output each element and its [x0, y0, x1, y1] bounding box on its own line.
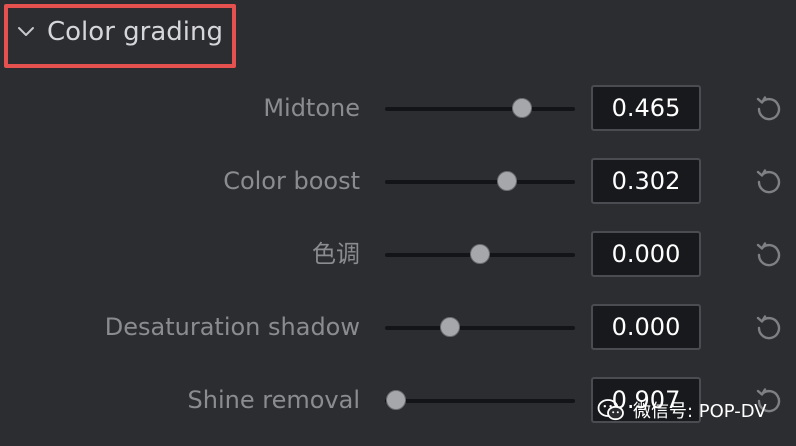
slider-thumb[interactable] [496, 171, 517, 191]
reset-icon[interactable] [753, 311, 785, 343]
reset-icon[interactable] [753, 92, 785, 124]
color-boost-slider[interactable] [385, 171, 575, 191]
slider-track[interactable] [385, 180, 575, 184]
slider-row-desaturation-shadow: Desaturation shadow 0.000 [0, 297, 796, 357]
midtone-value-field[interactable]: 0.465 [591, 85, 701, 131]
row-label: 色调 [312, 240, 360, 268]
slider-thumb[interactable] [511, 98, 532, 118]
slider-row-color-boost: Color boost 0.302 [0, 151, 796, 211]
tone-value-field[interactable]: 0.000 [591, 231, 701, 277]
wechat-logo [597, 399, 624, 421]
desaturation-shadow-value-field[interactable]: 0.000 [591, 304, 701, 350]
chevron-down-icon[interactable] [17, 25, 35, 39]
color-boost-value-field[interactable]: 0.302 [591, 158, 701, 204]
shine-removal-slider[interactable] [385, 390, 575, 410]
desaturation-shadow-slider[interactable] [385, 317, 575, 337]
section-title: Color grading [47, 17, 223, 47]
slider-row-midtone: Midtone 0.465 [0, 78, 796, 138]
midtone-slider[interactable] [385, 98, 575, 118]
slider-row-tone: 色调 0.000 [0, 224, 796, 284]
slider-thumb[interactable] [439, 317, 460, 337]
row-label: Midtone [263, 94, 360, 122]
slider-thumb[interactable] [386, 390, 407, 410]
slider-track[interactable] [385, 326, 575, 330]
reset-icon[interactable] [753, 165, 785, 197]
row-label: Shine removal [187, 386, 360, 414]
slider-track[interactable] [385, 107, 575, 111]
row-label: Color boost [223, 167, 360, 195]
slider-track[interactable] [385, 399, 575, 403]
slider-thumb[interactable] [470, 244, 490, 264]
watermark-text: 微信号: POP-DV [633, 401, 767, 422]
reset-icon[interactable] [753, 238, 785, 270]
watermark: 微信号: POP-DV [597, 396, 767, 424]
tone-slider[interactable] [385, 244, 575, 264]
section-header[interactable]: Color grading [0, 0, 796, 70]
row-label: Desaturation shadow [104, 313, 360, 341]
